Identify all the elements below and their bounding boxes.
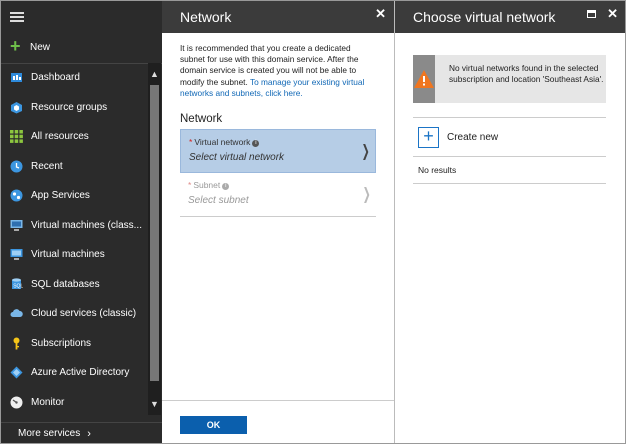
sidebar-item-resource-groups[interactable]: Resource groups — [0, 93, 148, 123]
sql-icon: SQL — [10, 278, 23, 291]
maximize-icon[interactable] — [587, 9, 597, 18]
sidebar-item-label: App Services — [31, 190, 90, 202]
sidebar-item-azure-active-directory[interactable]: Azure Active Directory — [0, 358, 148, 388]
sidebar-nav: Dashboard Resource groups All resources … — [0, 63, 148, 417]
close-icon[interactable]: ✕ — [375, 6, 386, 22]
svg-text:SQL: SQL — [13, 283, 23, 289]
sidebar-item-app-services[interactable]: App Services — [0, 181, 148, 211]
hamburger-icon — [10, 11, 24, 22]
intro-text: It is recommended that you create a dedi… — [162, 33, 394, 99]
no-results-text: No results — [413, 157, 606, 184]
info-icon[interactable]: i — [222, 183, 230, 191]
sidebar-item-label: Recent — [31, 160, 63, 172]
section-title: Network — [180, 113, 223, 126]
required-marker: * — [188, 180, 192, 191]
sidebar-item-label: Virtual machines (class... — [31, 219, 142, 231]
create-new-button[interactable]: + Create new — [413, 117, 606, 157]
aad-icon — [10, 366, 23, 379]
sidebar-item-label: Subscriptions — [31, 337, 92, 349]
plus-icon: + — [10, 36, 21, 56]
chevron-up-icon[interactable]: ▲ — [148, 67, 161, 81]
sidebar-item-monitor[interactable]: Monitor — [0, 388, 148, 418]
virtual-network-value: Select virtual network — [189, 152, 285, 164]
subnet-label-text: Subnet — [193, 180, 221, 191]
blade-title: Choose virtual network — [413, 8, 556, 25]
sidebar-item-label: Monitor — [31, 396, 65, 408]
scroll-thumb[interactable] — [150, 85, 159, 381]
window-buttons: ✕ — [587, 7, 618, 20]
subnet-value: Select subnet — [188, 195, 249, 207]
sidebar-item-label: Azure Active Directory — [31, 367, 130, 379]
new-label: New — [30, 41, 51, 53]
dashboard-icon — [10, 71, 23, 84]
network-blade-footer: OK — [162, 400, 394, 444]
sidebar-item-subscriptions[interactable]: Subscriptions — [0, 329, 148, 359]
warning-icon — [413, 55, 435, 103]
more-services-link[interactable]: More services › — [0, 422, 162, 444]
key-icon — [10, 337, 23, 350]
close-icon[interactable]: ✕ — [607, 7, 618, 20]
subnet-field[interactable]: * Subnet i Select subnet ❯ — [180, 173, 376, 218]
chevron-right-icon: › — [87, 427, 91, 440]
monitor-icon — [10, 396, 23, 409]
chevron-right-icon: ❯ — [361, 141, 370, 161]
more-services-label: More services — [18, 428, 81, 439]
sidebar-item-vm-classic[interactable]: Virtual machines (class... — [0, 211, 148, 241]
sidebar-item-dashboard[interactable]: Dashboard — [0, 63, 148, 93]
vm-icon — [10, 248, 23, 261]
new-button[interactable]: + New — [0, 33, 162, 61]
all-resources-icon — [10, 130, 23, 144]
virtual-network-field[interactable]: * Virtual network i Select virtual network… — [180, 129, 376, 174]
warning-text: No virtual networks found in the selecte… — [449, 63, 604, 84]
sidebar-item-label: All resources — [31, 131, 89, 143]
chevron-right-icon: ❯ — [362, 184, 371, 204]
sidebar-item-sql-databases[interactable]: SQL SQL databases — [0, 270, 148, 300]
sidebar-scrollbar[interactable]: ▲ ▼ — [148, 63, 161, 415]
menu-button[interactable] — [0, 0, 162, 33]
warning-banner: No virtual networks found in the selecte… — [413, 55, 606, 103]
create-new-label: Create new — [447, 131, 499, 143]
sidebar-item-label: Resource groups — [31, 101, 108, 113]
required-marker: * — [189, 137, 193, 148]
ok-button[interactable]: OK — [180, 416, 247, 434]
network-blade: Network ✕ It is recommended that you cre… — [162, 0, 395, 444]
virtual-network-label: * Virtual network i — [189, 137, 367, 148]
sidebar-item-cloud-services[interactable]: Cloud services (classic) — [0, 299, 148, 329]
sidebar-item-label: Dashboard — [31, 72, 80, 84]
virtual-network-label-text: Virtual network — [194, 137, 251, 148]
subnet-label: * Subnet i — [188, 180, 368, 191]
app-services-icon — [10, 189, 23, 202]
sidebar-item-all-resources[interactable]: All resources — [0, 122, 148, 152]
sidebar-item-vm[interactable]: Virtual machines — [0, 240, 148, 270]
choose-network-blade: Choose virtual network ✕ No virtual netw… — [395, 0, 626, 444]
resource-groups-icon — [10, 101, 23, 114]
network-blade-header: Network ✕ — [162, 0, 394, 33]
sidebar: + New Dashboard Resource groups All reso… — [0, 0, 162, 444]
plus-icon: + — [418, 126, 439, 148]
vm-classic-icon — [10, 219, 23, 232]
choose-blade-header: Choose virtual network ✕ — [395, 0, 626, 33]
recent-icon — [10, 160, 23, 173]
blade-title: Network — [180, 8, 232, 25]
sidebar-item-label: SQL databases — [31, 278, 100, 290]
sidebar-item-recent[interactable]: Recent — [0, 152, 148, 182]
cloud-icon — [10, 307, 23, 320]
sidebar-item-label: Virtual machines — [31, 249, 105, 261]
sidebar-item-label: Cloud services (classic) — [31, 308, 137, 320]
chevron-down-icon[interactable]: ▼ — [148, 397, 161, 411]
info-icon[interactable]: i — [252, 140, 260, 148]
